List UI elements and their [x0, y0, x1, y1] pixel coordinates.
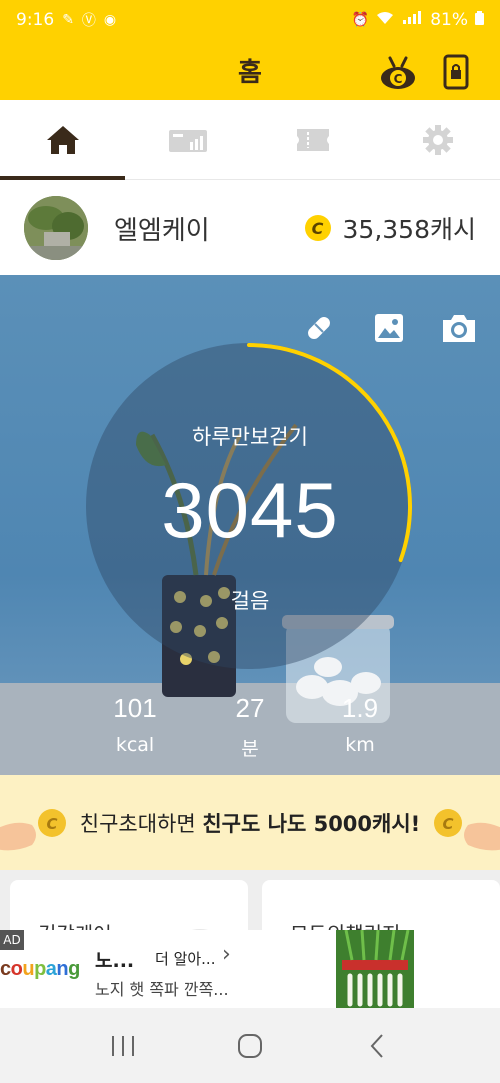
ad-banner[interactable]: AD coupang 노... 더 알아... › 노지 햇 쪽파 깐쪽...: [0, 930, 500, 1008]
ad-badge: AD: [0, 930, 24, 950]
hero-toolbar: [298, 307, 480, 349]
back-button[interactable]: [357, 1026, 397, 1066]
battery-percent: 81%: [430, 10, 468, 30]
stat-distance: 1.9 km: [305, 693, 415, 756]
camera-button[interactable]: [438, 307, 480, 349]
image-icon: [375, 314, 403, 342]
gallery-button[interactable]: [368, 307, 410, 349]
camera-icon: [443, 315, 475, 342]
battery-icon: [475, 11, 484, 29]
calories-value: 101: [113, 693, 157, 723]
tab-home[interactable]: [0, 100, 125, 180]
chevron-right-icon[interactable]: ›: [222, 942, 231, 967]
back-icon: [370, 1033, 383, 1058]
home-icon: [46, 125, 79, 154]
ad-learn-more[interactable]: 더 알아...: [155, 948, 215, 969]
page-title: 홈: [238, 57, 262, 88]
notification-icon: ✎: [62, 12, 74, 28]
svg-text:C: C: [394, 72, 403, 86]
svg-text:C: C: [442, 815, 453, 833]
home-circle-icon: [237, 1033, 262, 1058]
step-unit: 걸음: [230, 589, 270, 613]
stats-icon: [168, 129, 207, 152]
coupang-logo: coupang: [0, 958, 80, 980]
pill-icon: [308, 317, 330, 339]
lock-phone-icon[interactable]: [436, 52, 476, 92]
hd-signal-icon: [401, 11, 423, 29]
stat-minutes: 27 분: [195, 693, 305, 761]
mascot-coin-icon[interactable]: C: [378, 52, 418, 92]
step-goal-label: 하루만보걷기: [192, 425, 308, 449]
cash-amount: 35,358캐시: [342, 215, 476, 244]
profile-row[interactable]: 엘엠케이 C 35,358캐시: [0, 181, 500, 275]
wifi-icon: [376, 11, 394, 29]
profile-name: 엘엠케이: [114, 215, 210, 246]
tab-coupon[interactable]: [250, 100, 375, 179]
stat-calories: 101 kcal: [80, 693, 190, 756]
alarm-icon: ⏰: [351, 12, 370, 28]
status-time: 9:16: [16, 10, 55, 30]
minutes-label: 분: [241, 738, 259, 760]
ad-headline[interactable]: 노...: [95, 946, 134, 973]
avatar[interactable]: [24, 196, 88, 260]
invite-banner-text: 친구초대하면 친구도 나도 5000캐시!: [80, 808, 421, 838]
vk-icon: Ⓥ: [81, 13, 96, 29]
calories-label: kcal: [115, 734, 155, 756]
chat-icon: ◉: [103, 12, 117, 28]
ad-product-image[interactable]: [336, 930, 414, 1008]
tab-settings[interactable]: [375, 100, 500, 179]
invite-text-prefix: 친구초대하면: [79, 811, 203, 836]
feature-cards: 건강케어 모두의챌린지: [0, 870, 500, 960]
cash-balance[interactable]: C 35,358캐시: [304, 210, 476, 246]
home-button[interactable]: [230, 1026, 270, 1066]
system-nav-bar: [0, 1008, 500, 1083]
tab-bar: [0, 100, 500, 180]
hand-coin-icon: C: [434, 809, 500, 851]
invite-text-highlight: 친구도 나도 5000캐시!: [202, 811, 421, 836]
coin-icon: C: [304, 215, 331, 241]
distance-label: km: [345, 734, 375, 756]
step-counter-hero: 하루만보걷기 3045 걸음 101 kcal 27 분 1.9 km: [0, 275, 500, 775]
hand-coin-icon: C: [0, 809, 66, 851]
ad-subtitle[interactable]: 노지 햇 쪽파 깐쪽...: [95, 976, 229, 1000]
distance-value: 1.9: [341, 693, 379, 723]
ticket-icon: [296, 128, 329, 151]
status-bar: 9:16 ✎ Ⓥ ◉ ⏰ 81%: [0, 0, 500, 40]
gear-icon: [422, 124, 453, 155]
recent-apps-icon: [112, 1035, 135, 1056]
svg-text:C: C: [46, 815, 57, 833]
minutes-value: 27: [235, 693, 265, 723]
app-header: 홈 C: [0, 40, 500, 100]
recent-apps-button[interactable]: [103, 1026, 143, 1066]
invite-banner[interactable]: C 친구초대하면 친구도 나도 5000캐시! C: [0, 775, 500, 870]
step-count: 3045: [161, 466, 339, 554]
pill-button[interactable]: [298, 307, 340, 349]
tab-stats[interactable]: [125, 100, 250, 179]
